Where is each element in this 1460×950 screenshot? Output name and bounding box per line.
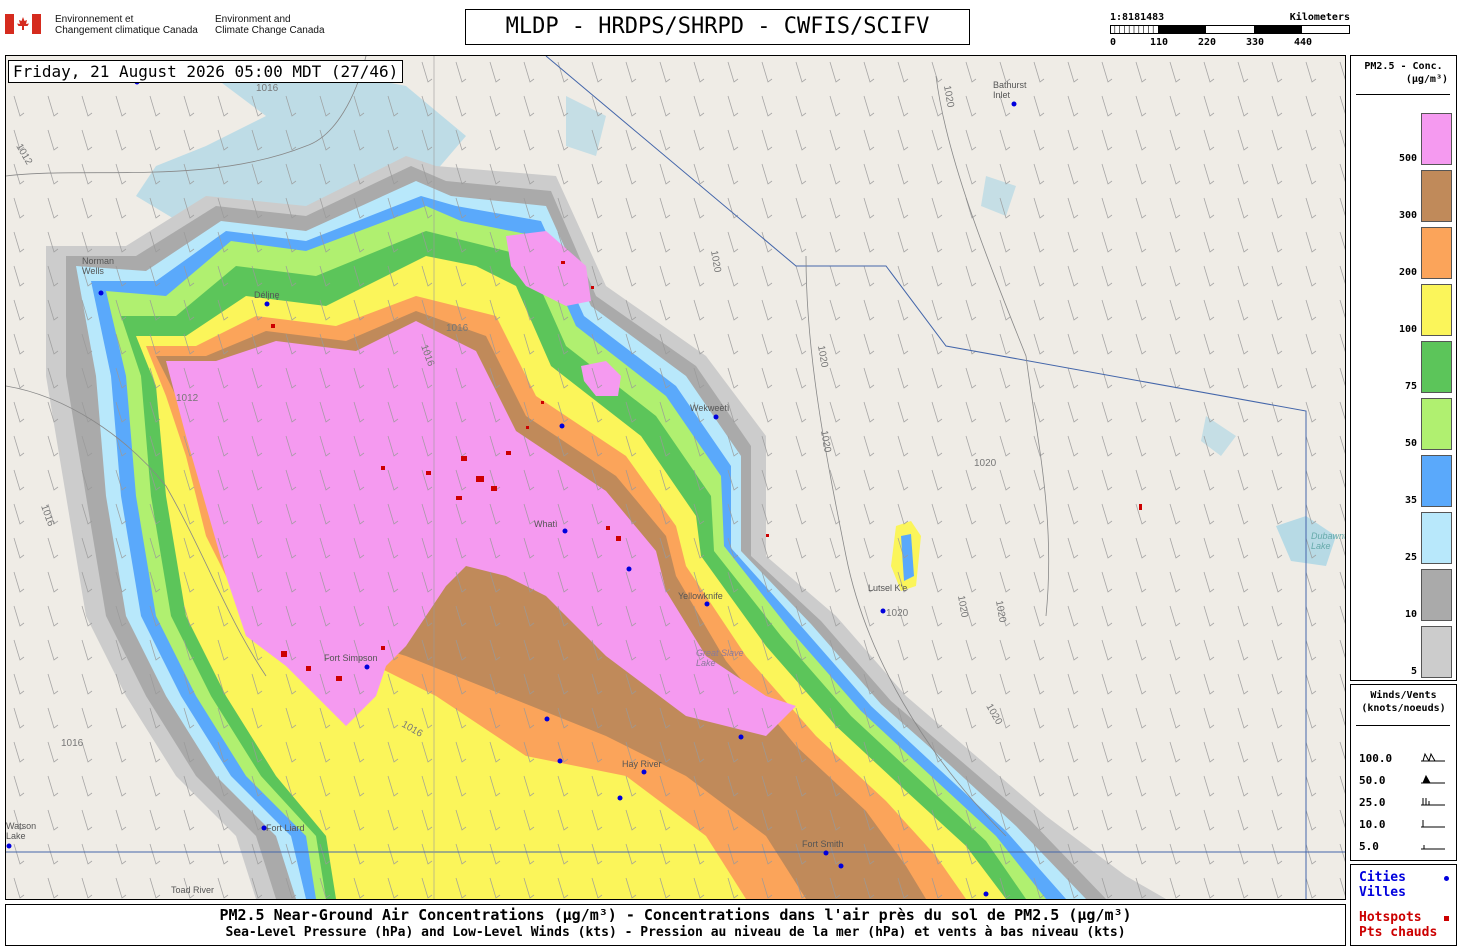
svg-text:1016: 1016 — [61, 738, 84, 749]
map-svg: 1016 1012 1012 1016 1016 1016 1016 1016 … — [6, 56, 1345, 899]
legend-title: PM2.5 - Conc. (µg/m³) — [1364, 61, 1448, 85]
scale-bar: 1:8181483 Kilometers 0 110 220 330 440 — [1110, 10, 1350, 50]
legend-swatch — [1421, 398, 1452, 450]
wind-speed-label: 5.0 — [1359, 840, 1379, 853]
legend-swatch — [1421, 455, 1452, 507]
legend-swatch — [1421, 227, 1452, 279]
place-label: Fort Simpson — [324, 653, 378, 663]
wind-speed-label: 100.0 — [1359, 752, 1393, 765]
svg-text:1020: 1020 — [886, 608, 909, 619]
canada-flag-icon — [5, 14, 41, 34]
legend-divider — [1356, 94, 1450, 95]
agency-name-en: Environment and Climate Change Canada — [215, 14, 325, 36]
scale-tick: 220 — [1198, 37, 1217, 48]
svg-text:1012: 1012 — [176, 393, 199, 404]
caption-line-2: Sea-Level Pressure (hPa) and Low-Level W… — [225, 925, 1126, 940]
page-title: MLDP - HRDPS/SHRPD - CWFIS/SCIFV — [465, 9, 970, 45]
caption-line-1: PM2.5 Near-Ground Air Concentrations (µg… — [219, 906, 1132, 924]
scale-ratio: 1:8181483 — [1110, 12, 1165, 23]
scale-tick: 440 — [1294, 37, 1313, 48]
hotspot-marker-icon — [1444, 916, 1449, 921]
wind-legend: Winds/Vents (knots/noeuds) 100.0 50.0 25… — [1350, 684, 1457, 861]
wind-legend-divider — [1356, 725, 1450, 726]
place-label: Délįnę — [254, 290, 280, 300]
legend-level-label: 10 — [1404, 609, 1417, 620]
place-label: Toad River — [171, 885, 215, 895]
scale-tick: 0 — [1110, 37, 1117, 48]
scale-bar-graphic — [1110, 25, 1350, 34]
legend-swatch — [1421, 626, 1452, 678]
marker-legend: Cities Villes Hotspots Pts chauds — [1350, 864, 1457, 946]
wind-barbs — [6, 56, 1345, 899]
forecast-datetime: Friday, 21 August 2026 05:00 MDT (27/46) — [8, 60, 404, 83]
map-caption: PM2.5 Near-Ground Air Concentrations (µg… — [5, 904, 1346, 946]
place-label: Dubawnt Lake — [1311, 531, 1346, 551]
legend-level-label: 25 — [1404, 552, 1417, 563]
legend-level-label: 35 — [1404, 495, 1417, 506]
svg-text:1020: 1020 — [974, 458, 997, 469]
legend-swatch — [1421, 341, 1452, 393]
wind-legend-title: Winds/Vents (knots/noeuds) — [1361, 690, 1446, 714]
legend-level-label: 200 — [1398, 267, 1417, 278]
legend-level-label: 75 — [1404, 381, 1417, 392]
place-label: Yellowknife — [678, 591, 723, 601]
svg-text:1016: 1016 — [256, 83, 279, 94]
place-label: Fort Smith — [802, 839, 844, 849]
legend-level-label: 300 — [1398, 210, 1417, 221]
svg-text:1016: 1016 — [446, 323, 469, 334]
map-view[interactable]: 1016 1012 1012 1016 1016 1016 1016 1016 … — [5, 55, 1346, 900]
place-label: Wekweètì — [690, 403, 730, 413]
city-marker-icon — [1444, 876, 1449, 881]
agency-name-fr: Environnement et Changement climatique C… — [55, 14, 198, 36]
place-label: Watson Lake — [6, 821, 37, 841]
place-label: Fort Liard — [266, 823, 305, 833]
wind-speed-label: 10.0 — [1359, 818, 1386, 831]
legend-swatch — [1421, 284, 1452, 336]
legend-swatch — [1421, 113, 1452, 165]
place-label: Lutsel K'e — [868, 583, 908, 593]
legend-level-label: 100 — [1398, 324, 1417, 335]
cities-legend-label: Cities Villes — [1359, 870, 1406, 900]
wind-barb-icons — [1421, 752, 1445, 850]
legend-level-label: 50 — [1404, 438, 1417, 449]
place-label: Norman Wells — [82, 256, 115, 276]
legend-level-label: 5 — [1410, 666, 1417, 677]
place-label: Bathurst Inlet — [993, 80, 1027, 100]
place-label: Hay River — [622, 759, 662, 769]
pm25-legend: PM2.5 - Conc. (µg/m³) 500 300 200 100 75 50 35… — [1350, 55, 1457, 681]
scale-tick: 330 — [1246, 37, 1265, 48]
scale-unit: Kilometers — [1289, 12, 1350, 23]
legend-swatch — [1421, 512, 1452, 564]
legend-swatch — [1421, 569, 1452, 621]
place-label: Whatì — [534, 519, 558, 529]
legend-level-label: 500 — [1398, 153, 1417, 164]
wind-speed-label: 50.0 — [1359, 774, 1386, 787]
scale-tick: 110 — [1150, 37, 1169, 48]
hotspots-legend-label: Hotspots Pts chauds — [1359, 910, 1438, 940]
place-label: Great Slave Lake — [696, 648, 744, 668]
wind-speed-label: 25.0 — [1359, 796, 1386, 809]
legend-swatch — [1421, 170, 1452, 222]
